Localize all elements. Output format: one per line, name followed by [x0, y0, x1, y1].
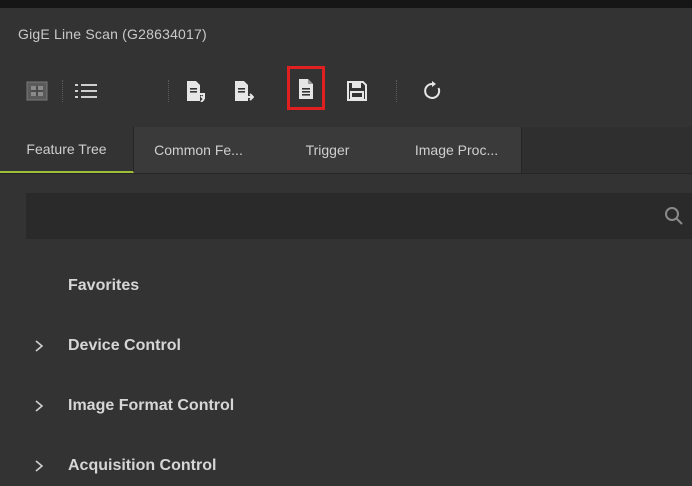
chevron-right-icon[interactable] — [34, 460, 44, 472]
window-top-strip — [0, 0, 692, 8]
tab-label: Feature Tree — [26, 141, 107, 157]
tab-trigger[interactable]: Trigger — [263, 127, 393, 173]
tree-item-label: Device Control — [68, 337, 181, 354]
tab-label: Trigger — [305, 142, 350, 158]
import-file-icon — [187, 81, 205, 102]
toolbar-separator — [168, 80, 169, 102]
list-view-button[interactable] — [67, 66, 105, 116]
tab-label: Common Fe... — [154, 142, 243, 158]
export-file-button[interactable] — [224, 66, 262, 116]
toolbar-separator — [62, 80, 63, 102]
tab-label: Image Proc... — [414, 142, 499, 158]
chevron-right-icon[interactable] — [34, 340, 44, 352]
chevron-right-icon[interactable] — [34, 400, 44, 412]
tree-item-label: Acquisition Control — [68, 457, 217, 474]
tab-image-processing[interactable]: Image Proc... — [392, 127, 522, 173]
feature-tree-icon — [26, 81, 48, 101]
search-icon[interactable] — [664, 206, 684, 226]
device-title: GigE Line Scan (G28634017) — [18, 26, 207, 42]
tree-item-label: Favorites — [68, 277, 140, 294]
tree-item-favorites[interactable]: Favorites — [0, 266, 692, 306]
refresh-icon — [424, 81, 441, 99]
toolbar — [0, 66, 692, 116]
import-file-button[interactable] — [176, 66, 214, 116]
search-box — [26, 193, 692, 241]
tree-item-acquisition-control[interactable]: Acquisition Control — [0, 446, 692, 486]
feature-tree-button[interactable] — [18, 66, 56, 116]
tree-item-image-format-control[interactable]: Image Format Control — [0, 386, 692, 426]
export-file-icon — [235, 81, 254, 101]
file-document-button[interactable] — [287, 66, 325, 116]
tab-bar: Feature Tree Common Fe... Trigger Image … — [0, 127, 692, 174]
tree-item-device-control[interactable]: Device Control — [0, 326, 692, 366]
save-button[interactable] — [338, 66, 376, 116]
file-document-icon — [299, 79, 313, 99]
list-view-icon — [75, 84, 97, 98]
refresh-button[interactable] — [414, 66, 452, 116]
toolbar-separator — [396, 80, 397, 102]
tab-common-features[interactable]: Common Fe... — [134, 127, 264, 173]
save-icon — [347, 81, 367, 101]
search-input[interactable] — [26, 193, 640, 241]
tree-item-label: Image Format Control — [68, 397, 235, 414]
tab-feature-tree[interactable]: Feature Tree — [0, 127, 134, 173]
